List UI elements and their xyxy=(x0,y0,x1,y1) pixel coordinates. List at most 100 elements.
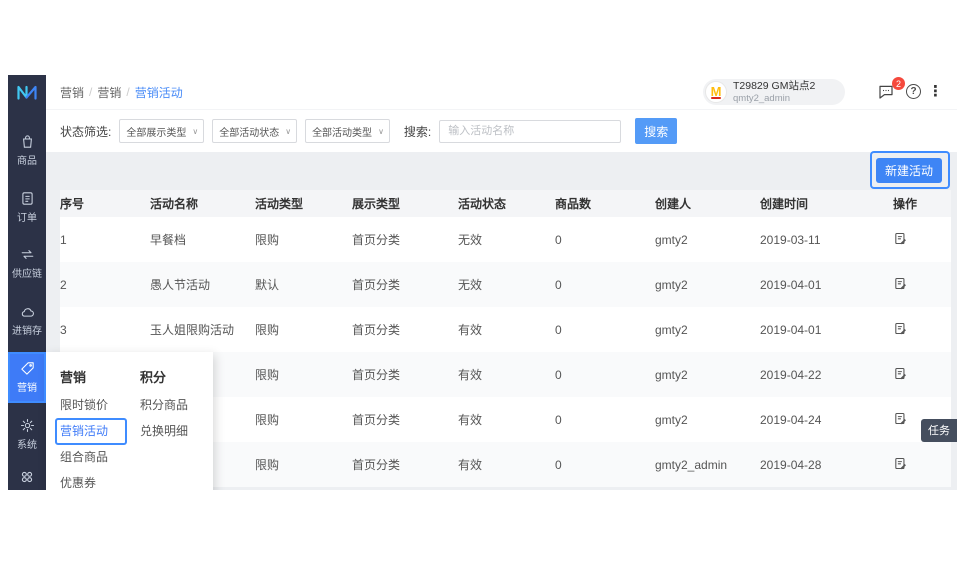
view-detail-icon[interactable] xyxy=(893,276,908,291)
submenu-group-points: 积分 积分商品 兑换明细 xyxy=(140,364,188,444)
column-header: 创建人 xyxy=(655,195,760,212)
cell-created: 2019-04-24 xyxy=(760,413,893,427)
sidebar-item-products[interactable]: 商品 xyxy=(8,125,46,175)
sidebar-item-label: 商品 xyxy=(17,152,37,167)
cell-display: 首页分类 xyxy=(352,276,458,293)
cell-seq: 2 xyxy=(60,278,150,292)
app-window: 商品 订单 供应链 进销存 营销 xyxy=(8,75,957,490)
sidebar-item-inventory[interactable]: 进销存 xyxy=(8,295,46,345)
sidebar-item-system[interactable]: 系统 xyxy=(8,409,46,459)
cell-created: 2019-04-28 xyxy=(760,458,893,472)
view-detail-icon[interactable] xyxy=(893,231,908,246)
cell-status: 有效 xyxy=(458,366,555,383)
view-detail-icon[interactable] xyxy=(893,456,908,471)
cell-display: 首页分类 xyxy=(352,366,458,383)
submenu-item-exchange-detail[interactable]: 兑换明细 xyxy=(140,418,188,444)
table-row: 3 玉人姐限购活动 限购 首页分类 有效 0 gmty2 2019-04-01 xyxy=(60,307,951,352)
sidebar-item-supply-chain[interactable]: 供应链 xyxy=(8,238,46,288)
column-header: 操作 xyxy=(893,195,951,212)
search-input[interactable] xyxy=(439,120,621,143)
submenu-item-combo-product[interactable]: 组合商品 xyxy=(60,444,108,470)
cell-created: 2019-04-01 xyxy=(760,323,893,337)
dropdown-value: 全部活动状态 xyxy=(219,124,279,139)
breadcrumb-item[interactable]: 营销 xyxy=(97,84,121,101)
submenu-item-coupon[interactable]: 优惠券 xyxy=(60,470,108,490)
cell-name: 早餐档 xyxy=(150,231,255,248)
cell-count: 0 xyxy=(555,458,655,472)
search-label: 搜索: xyxy=(404,123,431,140)
column-header: 活动类型 xyxy=(255,195,352,212)
filter-bar: 状态筛选: 全部展示类型 ∨ 全部活动状态 ∨ 全部活动类型 ∨ 搜索: 搜索 xyxy=(46,109,957,152)
column-header: 活动名称 xyxy=(150,195,255,212)
sidebar-item-label: 营销 xyxy=(17,379,37,394)
column-header: 创建时间 xyxy=(760,195,893,212)
table-row: 2 愚人节活动 默认 首页分类 无效 0 gmty2 2019-04-01 xyxy=(60,262,951,307)
cell-display: 首页分类 xyxy=(352,411,458,428)
site-account-selector[interactable]: M T29829 GM站点2 qmty2_admin xyxy=(703,79,845,105)
table-header-row: 序号 活动名称 活动类型 展示类型 活动状态 商品数 创建人 创建时间 操作 xyxy=(60,190,951,217)
cell-type: 限购 xyxy=(255,366,352,383)
view-detail-icon[interactable] xyxy=(893,366,908,381)
cell-type: 限购 xyxy=(255,231,352,248)
messages-button[interactable]: 2 xyxy=(877,83,897,103)
cell-seq: 1 xyxy=(60,233,150,247)
top-header: 营销 / 营销 / 营销活动 M T29829 GM站点2 qmty2_admi… xyxy=(46,75,957,109)
submenu-item-points-product[interactable]: 积分商品 xyxy=(140,392,188,418)
sidebar-item-label: 进销存 xyxy=(12,322,42,337)
cell-status: 无效 xyxy=(458,276,555,293)
view-detail-icon[interactable] xyxy=(893,321,908,336)
sidebar-item-marketing[interactable]: 营销 xyxy=(8,352,46,402)
tag-icon xyxy=(19,360,36,377)
chevron-down-icon: ∨ xyxy=(285,127,291,136)
breadcrumb-item[interactable]: 营销 xyxy=(60,84,84,101)
column-header: 展示类型 xyxy=(352,195,458,212)
sidebar-item-label: 系统 xyxy=(17,436,37,451)
cell-status: 无效 xyxy=(458,231,555,248)
search-button[interactable]: 搜索 xyxy=(635,118,677,144)
cell-display: 首页分类 xyxy=(352,456,458,473)
view-detail-icon[interactable] xyxy=(893,411,908,426)
apps-grid-icon xyxy=(18,468,36,486)
bag-icon xyxy=(19,133,36,150)
cell-seq: 3 xyxy=(60,323,150,337)
more-options-button[interactable]: ⋮ xyxy=(928,82,943,100)
sidebar-item-orders[interactable]: 订单 xyxy=(8,182,46,232)
status-filter-label: 状态筛选: xyxy=(60,123,111,140)
cell-display: 首页分类 xyxy=(352,321,458,338)
dropdown-value: 全部活动类型 xyxy=(312,124,372,139)
cell-status: 有效 xyxy=(458,321,555,338)
cell-type: 默认 xyxy=(255,276,352,293)
activity-type-dropdown[interactable]: 全部活动类型 ∨ xyxy=(305,119,390,143)
sidebar-item-label: 订单 xyxy=(17,209,37,224)
breadcrumb-separator: / xyxy=(126,85,129,99)
breadcrumb: 营销 / 营销 / 营销活动 xyxy=(60,75,183,109)
mcdonalds-logo-icon: M xyxy=(705,81,727,103)
task-badge[interactable]: 任务 xyxy=(921,419,957,442)
cell-count: 0 xyxy=(555,413,655,427)
new-activity-button[interactable]: 新建活动 xyxy=(876,158,942,183)
site-name: T29829 GM站点2 xyxy=(733,80,815,93)
cell-creator: gmty2_admin xyxy=(655,458,760,472)
display-type-dropdown[interactable]: 全部展示类型 ∨ xyxy=(119,119,204,143)
cell-status: 有效 xyxy=(458,411,555,428)
submenu-group-title: 营销 xyxy=(60,364,108,392)
cell-type: 限购 xyxy=(255,321,352,338)
activity-status-dropdown[interactable]: 全部活动状态 ∨ xyxy=(212,119,297,143)
cell-creator: gmty2 xyxy=(655,233,760,247)
help-button[interactable]: ? xyxy=(906,84,921,99)
column-header: 活动状态 xyxy=(458,195,555,212)
submenu-item-marketing-activity[interactable]: 营销活动 xyxy=(60,418,108,444)
submenu-group-marketing: 营销 限时锁价 营销活动 组合商品 优惠券 xyxy=(60,364,108,490)
cell-creator: gmty2 xyxy=(655,368,760,382)
column-header: 商品数 xyxy=(555,195,655,212)
submenu-item-limited-price[interactable]: 限时锁价 xyxy=(60,392,108,418)
cell-created: 2019-03-11 xyxy=(760,233,893,247)
cell-status: 有效 xyxy=(458,456,555,473)
breadcrumb-separator: / xyxy=(89,85,92,99)
sidebar-item-apps[interactable] xyxy=(8,468,46,486)
dropdown-value: 全部展示类型 xyxy=(126,124,186,139)
chevron-down-icon: ∨ xyxy=(378,127,384,136)
gear-icon xyxy=(19,417,36,434)
order-document-icon xyxy=(19,190,36,207)
cell-count: 0 xyxy=(555,368,655,382)
